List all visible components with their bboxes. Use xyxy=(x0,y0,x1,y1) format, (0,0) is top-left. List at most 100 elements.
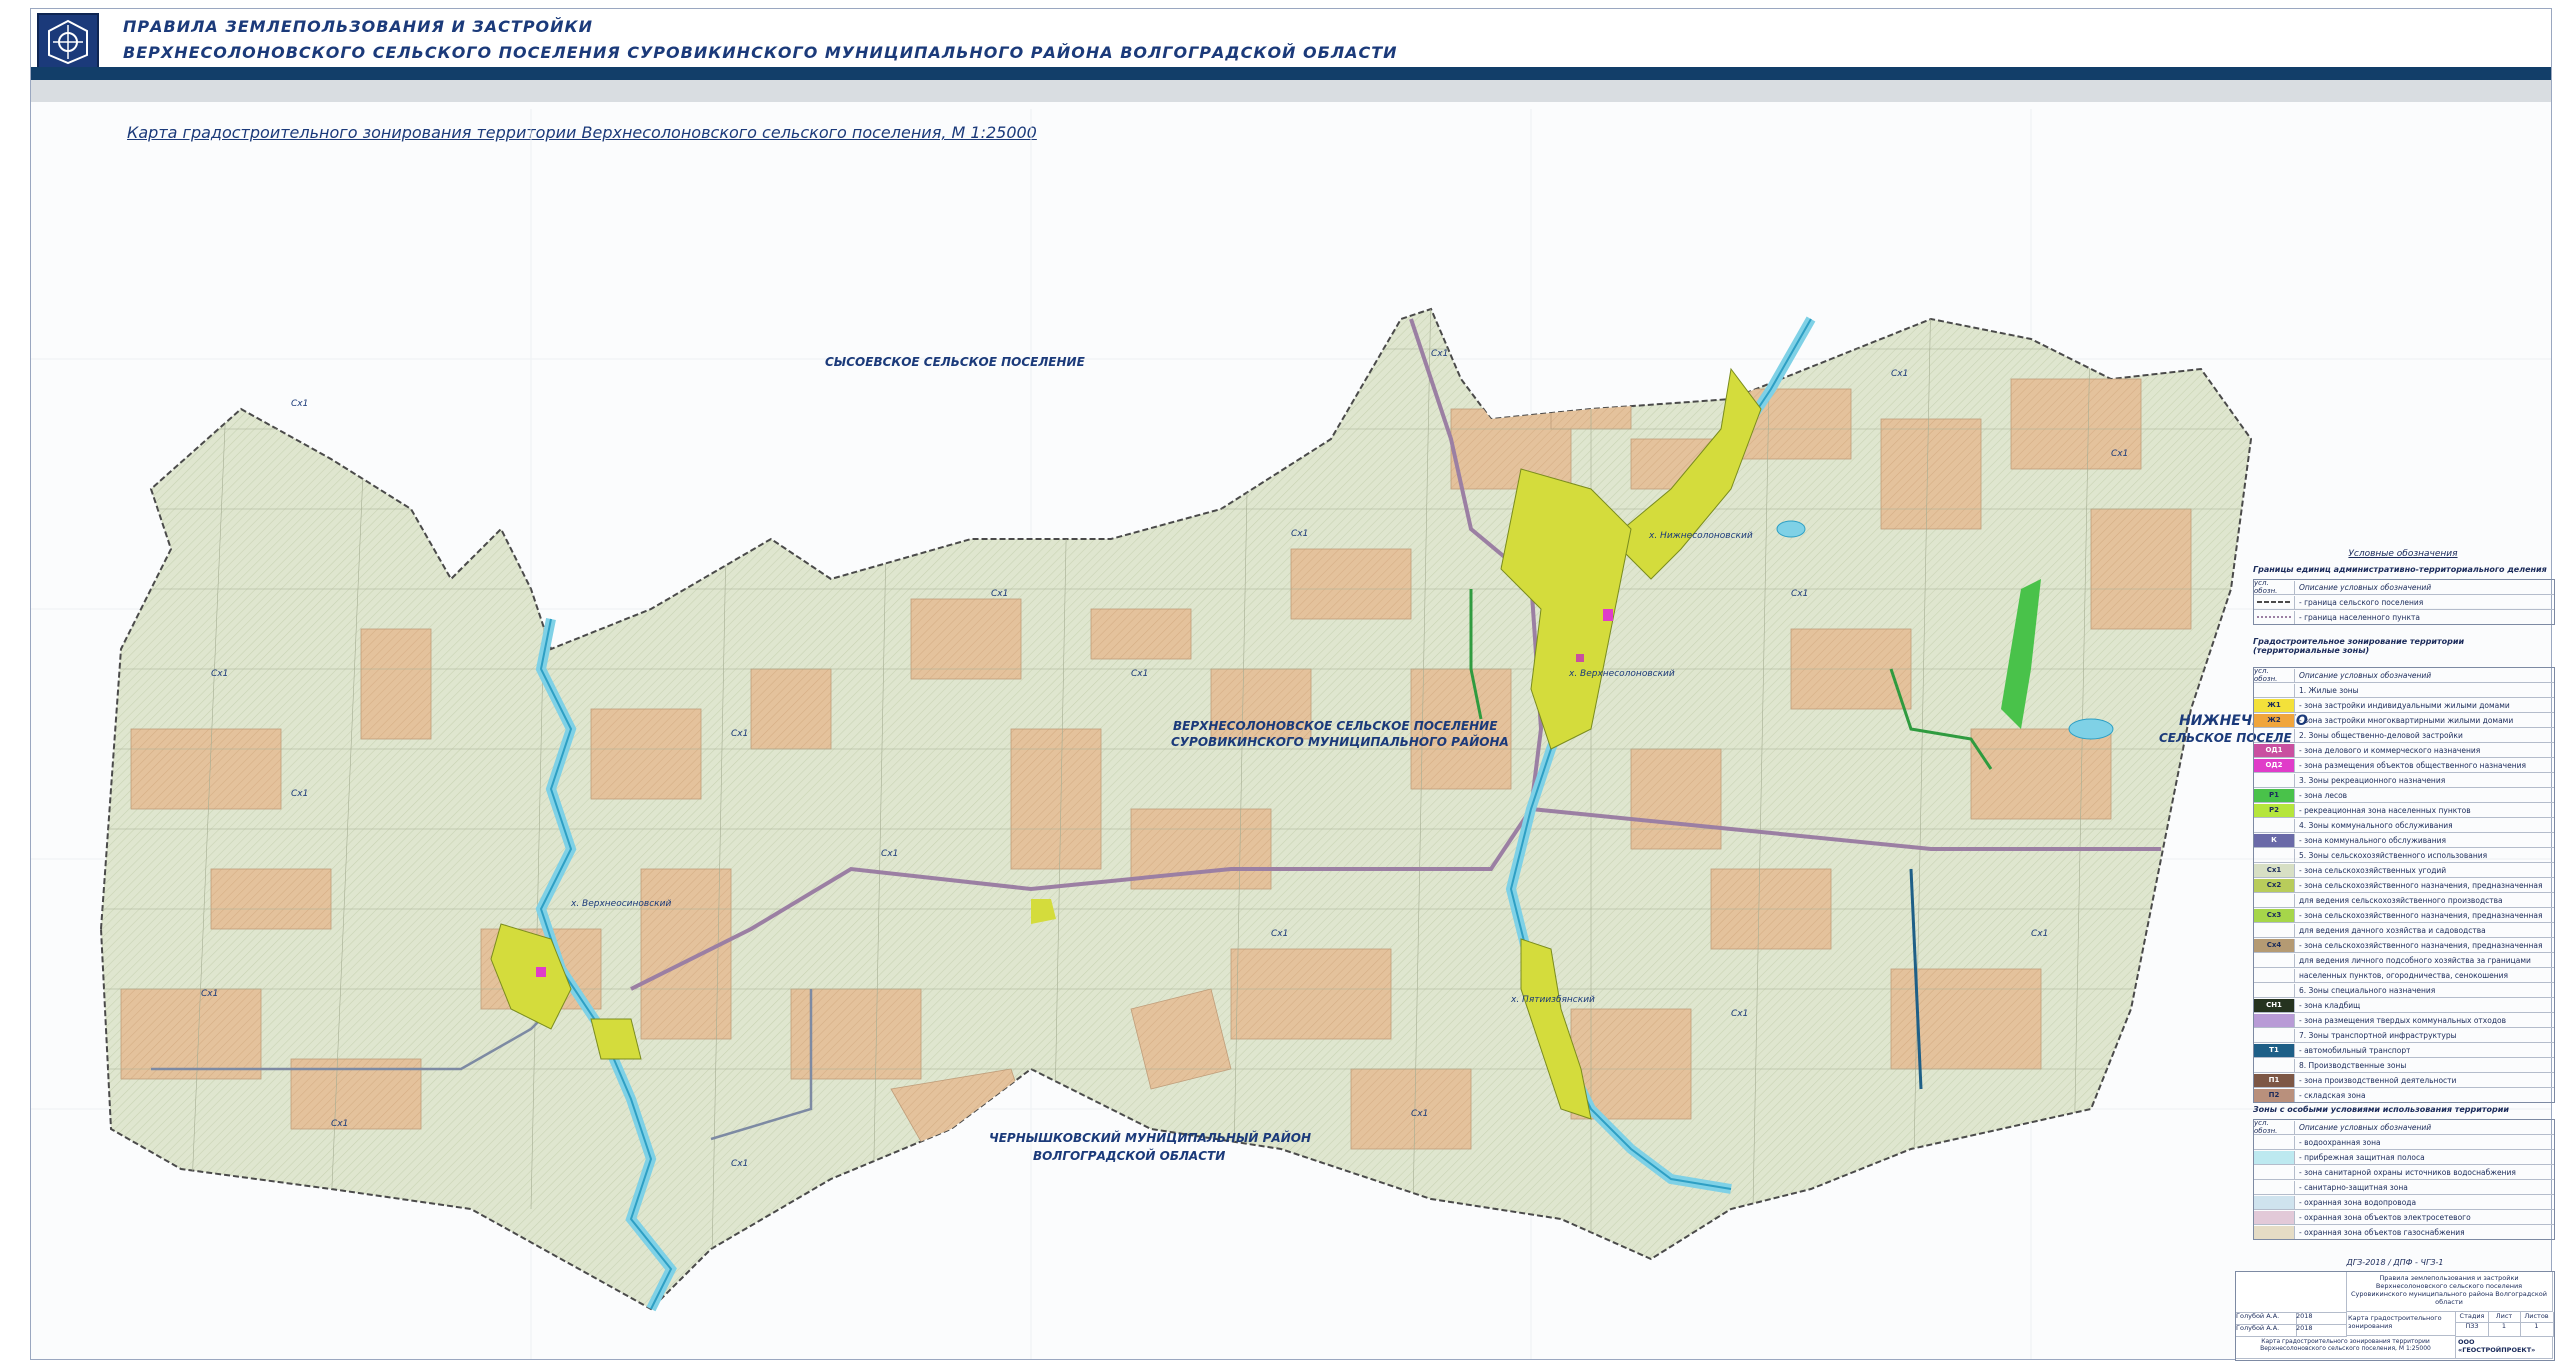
zone-tag: Сх1 xyxy=(211,669,229,679)
zone-tag: Сх1 xyxy=(1271,929,1289,939)
legend-swatch xyxy=(2254,728,2295,742)
legend-swatch xyxy=(2254,953,2295,967)
legend-swatch xyxy=(2254,1195,2295,1209)
legend-row: ОД2 - зона размещения объектов общественн… xyxy=(2254,758,2554,773)
legend-swatch xyxy=(2254,773,2295,787)
legend-title: Условные обозначения xyxy=(2348,549,2458,559)
label-verkhneosinovsky: х. Верхнеосиновский xyxy=(571,899,672,909)
legend-text: - зона сельскохозяйственного назначения,… xyxy=(2299,940,2543,950)
legend-row: Р1 - зона лесов xyxy=(2254,788,2554,803)
legend-swatch xyxy=(2254,848,2295,862)
legend-text: - зона санитарной охраны источников водо… xyxy=(2299,1167,2516,1177)
label-sysoevskoe: СЫСОЕВСКОЕ СЕЛЬСКОЕ ПОСЕЛЕНИЕ xyxy=(825,355,1085,369)
legend-swatch xyxy=(2254,1210,2295,1224)
legend-text: - зона застройки многоквартирными жилыми… xyxy=(2299,715,2514,725)
legend-swatch: Сх1 xyxy=(2254,863,2295,877)
legend-row: для ведения дачного хозяйства и садоводс… xyxy=(2254,923,2554,938)
legend-row: Ж2 - зона застройки многоквартирными жилы… xyxy=(2254,713,2554,728)
legend-row: Сх3 - зона сельскохозяйственного назначен… xyxy=(2254,908,2554,923)
label-center-1: ВЕРХНЕСОЛОНОВСКОЕ СЕЛЬСКОЕ ПОСЕЛЕНИЕ xyxy=(1173,719,1498,733)
legend-swatch: Сх3 xyxy=(2254,908,2295,922)
legend-text: - зона лесов xyxy=(2299,790,2348,800)
label-south-1: ЧЕРНЫШКОВСКИЙ МУНИЦИПАЛЬНЫЙ РАЙОН xyxy=(989,1131,1311,1145)
legend-swatch xyxy=(2254,1225,2295,1239)
legend-row: - охранная зона водопровода xyxy=(2254,1195,2554,1210)
legend-text: 4. Зоны коммунального обслуживания xyxy=(2299,820,2453,830)
legend-swatch xyxy=(2254,1165,2295,1179)
legend-col-symbol: усл. обозн. xyxy=(2254,667,2295,683)
legend-swatch: Р2 xyxy=(2254,803,2295,817)
stamp-project: Правила землепользования и застройки Вер… xyxy=(2346,1272,2553,1312)
legend-text: - граница населенного пункта xyxy=(2299,612,2420,622)
legend-text: - зона сельскохозяйственного назначения,… xyxy=(2299,910,2543,920)
legend-text: - граница сельского поселения xyxy=(2299,597,2424,607)
legend-section-special: Зоны с особыми условиями использования т… xyxy=(2253,1105,2509,1114)
stamp-blank xyxy=(2236,1272,2347,1313)
legend-text: 5. Зоны сельскохозяйственного использова… xyxy=(2299,850,2488,860)
legend-row: Сх2 - зона сельскохозяйственного назначен… xyxy=(2254,878,2554,893)
legend-col-symbol: усл. обозн. xyxy=(2254,579,2295,595)
legend-swatch: ОД1 xyxy=(2254,743,2295,757)
legend-swatch: П2 xyxy=(2254,1088,2295,1102)
legend-swatch xyxy=(2254,1150,2295,1164)
legend-text: - автомобильный транспорт xyxy=(2299,1045,2411,1055)
legend-text: - зона кладбищ xyxy=(2299,1000,2361,1010)
legend-swatch xyxy=(2254,818,2295,832)
legend-text: - санитарно-защитная зона xyxy=(2299,1182,2408,1192)
legend-table-boundaries: усл. обозн. Описание условных обозначени… xyxy=(2253,579,2555,625)
zone-tag: Сх1 xyxy=(201,989,219,999)
legend-swatch: Р1 xyxy=(2254,788,2295,802)
legend-row: - граница населенного пункта xyxy=(2254,610,2554,624)
map-legend: Условные обозначения Границы единиц адми… xyxy=(2253,549,2555,1249)
legend-table-special: усл. обозн. Описание условных обозначени… xyxy=(2253,1119,2555,1240)
legend-text: 7. Зоны транспортной инфраструктуры xyxy=(2299,1030,2457,1040)
legend-header-row: усл. обозн. Описание условных обозначени… xyxy=(2254,1119,2554,1135)
legend-row: Сх4 - зона сельскохозяйственного назначен… xyxy=(2254,938,2554,953)
legend-row: - зона размещения твердых коммунальных о… xyxy=(2254,1013,2554,1028)
legend-row: - водоохранная зона xyxy=(2254,1135,2554,1150)
zoning-map[interactable]: СЫСОЕВСКОЕ СЕЛЬСКОЕ ПОСЕЛЕНИЕ ВЕРХНЕСОЛО… xyxy=(31,109,2551,1359)
document-subtitle: ВЕРХНЕСОЛОНОВСКОГО СЕЛЬСКОГО ПОСЕЛЕНИЯ С… xyxy=(123,43,1398,62)
legend-row: - прибрежная защитная полоса xyxy=(2254,1150,2554,1165)
legend-text: - охранная зона объектов газоснабжения xyxy=(2299,1227,2465,1237)
legend-swatch: Т1 xyxy=(2254,1043,2295,1057)
legend-row: для ведения личного подсобного хозяйства… xyxy=(2254,953,2554,968)
legend-text: - водоохранная зона xyxy=(2299,1137,2381,1147)
legend-row: ОД1 - зона делового и коммерческого назна… xyxy=(2254,743,2554,758)
zone-tag: Сх1 xyxy=(881,849,899,859)
legend-text: 1. Жилые зоны xyxy=(2299,685,2359,695)
legend-swatch xyxy=(2254,968,2295,982)
legend-swatch xyxy=(2254,1058,2295,1072)
stamp-stage: ПЗЗ xyxy=(2456,1322,2489,1337)
header-band-dark xyxy=(31,67,2551,80)
legend-row: 5. Зоны сельскохозяйственного использова… xyxy=(2254,848,2554,863)
legend-text: - зона размещения объектов общественного… xyxy=(2299,760,2526,770)
legend-row: СН1 - зона кладбищ xyxy=(2254,998,2554,1013)
legend-row: 3. Зоны рекреационного назначения xyxy=(2254,773,2554,788)
legend-section-boundaries: Границы единиц административно-территори… xyxy=(2253,565,2547,574)
stamp-sheet-name: Карта градостроительного зонирования xyxy=(2346,1312,2456,1336)
legend-swatch xyxy=(2254,595,2295,609)
stamp-map-caption: Карта градостроительного зонирования тер… xyxy=(2236,1336,2456,1359)
zone-tag: Сх1 xyxy=(2111,449,2129,459)
legend-swatch xyxy=(2254,610,2295,624)
legend-row: 7. Зоны транспортной инфраструктуры xyxy=(2254,1028,2554,1043)
legend-swatch: Ж2 xyxy=(2254,713,2295,727)
legend-row: населенных пунктов, огородничества, сено… xyxy=(2254,968,2554,983)
legend-swatch xyxy=(2254,683,2295,697)
legend-col-description: Описание условных обозначений xyxy=(2299,582,2432,592)
legend-text: 6. Зоны специального назначения xyxy=(2299,985,2436,995)
legend-swatch xyxy=(2254,1028,2295,1042)
zone-tag: Сх1 xyxy=(1431,349,1449,359)
legend-header-row: усл. обозн. Описание условных обозначени… xyxy=(2254,579,2554,595)
legend-text: - складская зона xyxy=(2299,1090,2366,1100)
legend-text: - зона производственной деятельности xyxy=(2299,1075,2457,1085)
legend-text: - зона коммунального обслуживания xyxy=(2299,835,2447,845)
legend-swatch xyxy=(2254,893,2295,907)
zone-tag: Сх1 xyxy=(1731,1009,1749,1019)
legend-text: - зона сельскохозяйственного назначения,… xyxy=(2299,880,2543,890)
stamp-sheet: 1 xyxy=(2488,1322,2521,1337)
legend-text: для ведения дачного хозяйства и садоводс… xyxy=(2299,925,2486,935)
document-title: ПРАВИЛА ЗЕМЛЕПОЛЬЗОВАНИЯ И ЗАСТРОЙКИ xyxy=(123,17,594,36)
zone-tag: Сх1 xyxy=(291,789,309,799)
